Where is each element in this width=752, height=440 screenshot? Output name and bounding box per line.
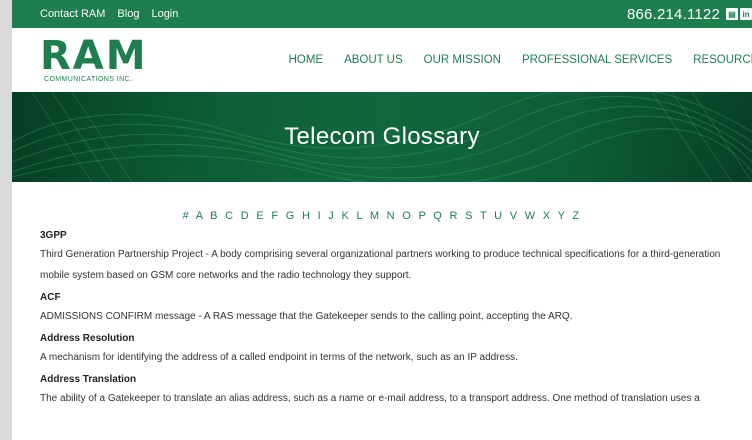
- hero-banner: Telecom Glossary: [12, 92, 752, 182]
- glossary-term: 3GPP: [40, 230, 67, 241]
- linkedin-icon[interactable]: in: [740, 8, 752, 20]
- alphabet-link[interactable]: J: [328, 210, 336, 222]
- phone-number[interactable]: 866.214.1122: [627, 6, 720, 23]
- top-bar: Contact RAM Blog Login 866.214.1122 ▤ in: [12, 0, 752, 28]
- alphabet-link[interactable]: E: [256, 210, 266, 222]
- alphabet-link[interactable]: R: [450, 210, 460, 222]
- glossary-term: ACF: [40, 292, 61, 303]
- social-icons: ▤ in: [726, 8, 752, 20]
- alphabet-index: # A B C D E F G H I J K L M N O P Q R S …: [12, 210, 752, 222]
- glossary-definition: Third Generation Partnership Project - A…: [40, 249, 721, 281]
- glossary-definition: ADMISSIONS CONFIRM message - A RAS messa…: [40, 311, 573, 322]
- logo-subtitle: COMMUNICATIONS INC.: [44, 75, 133, 83]
- alphabet-link[interactable]: W: [525, 210, 538, 222]
- glossary-list: 3GPP Third Generation Partnership Project…: [12, 230, 752, 409]
- ram-logo[interactable]: RAM COMMUNICATIONS INC.: [12, 32, 148, 83]
- page-title: Telecom Glossary: [284, 123, 480, 150]
- alphabet-link[interactable]: C: [225, 210, 235, 222]
- glossary-term: Address Resolution: [40, 333, 135, 344]
- main-nav: HOME ABOUT US OUR MISSION PROFESSIONAL S…: [289, 54, 752, 66]
- alphabet-link[interactable]: P: [418, 210, 427, 222]
- glossary-definition: The ability of a Gatekeeper to translate…: [40, 393, 700, 404]
- alphabet-link[interactable]: Y: [558, 210, 567, 222]
- nav-about-us[interactable]: ABOUT US: [344, 54, 403, 66]
- alphabet-link[interactable]: F: [271, 210, 280, 222]
- alphabet-link[interactable]: V: [510, 210, 520, 222]
- utility-links: Contact RAM Blog Login: [12, 8, 178, 20]
- nav-professional-services[interactable]: PROFESSIONAL SERVICES: [522, 54, 672, 66]
- alphabet-link[interactable]: Z: [572, 210, 581, 222]
- alphabet-link[interactable]: G: [286, 210, 297, 222]
- alphabet-link[interactable]: X: [543, 210, 553, 222]
- alphabet-link[interactable]: U: [494, 210, 504, 222]
- page: Contact RAM Blog Login 866.214.1122 ▤ in…: [12, 0, 752, 440]
- alphabet-link[interactable]: K: [341, 210, 351, 222]
- nav-home[interactable]: HOME: [289, 54, 324, 66]
- login-link[interactable]: Login: [151, 8, 178, 20]
- blog-link[interactable]: Blog: [117, 8, 139, 20]
- contact-ram-link[interactable]: Contact RAM: [40, 8, 105, 20]
- glossary-definition: A mechanism for identifying the address …: [40, 352, 518, 363]
- alphabet-link[interactable]: A: [196, 210, 205, 222]
- alphabet-link[interactable]: N: [387, 210, 397, 222]
- nav-our-mission[interactable]: OUR MISSION: [424, 54, 501, 66]
- alphabet-link[interactable]: B: [210, 210, 220, 222]
- alphabet-link[interactable]: Q: [433, 210, 444, 222]
- alphabet-link[interactable]: O: [402, 210, 413, 222]
- alphabet-link[interactable]: M: [370, 210, 381, 222]
- alphabet-link[interactable]: #: [183, 210, 191, 222]
- print-icon[interactable]: ▤: [726, 8, 738, 20]
- alphabet-link[interactable]: L: [356, 210, 364, 222]
- site-header: RAM COMMUNICATIONS INC. HOME ABOUT US OU…: [12, 28, 752, 92]
- contact-area: 866.214.1122 ▤ in: [627, 6, 752, 23]
- alphabet-link[interactable]: I: [318, 210, 323, 222]
- nav-resources[interactable]: RESOURCES: [693, 54, 752, 66]
- logo-mark: RAM: [40, 32, 148, 79]
- alphabet-link[interactable]: S: [465, 210, 475, 222]
- alphabet-link[interactable]: D: [241, 210, 251, 222]
- alphabet-link[interactable]: T: [480, 210, 489, 222]
- glossary-term: Address Translation: [40, 374, 137, 385]
- alphabet-link[interactable]: H: [302, 210, 312, 222]
